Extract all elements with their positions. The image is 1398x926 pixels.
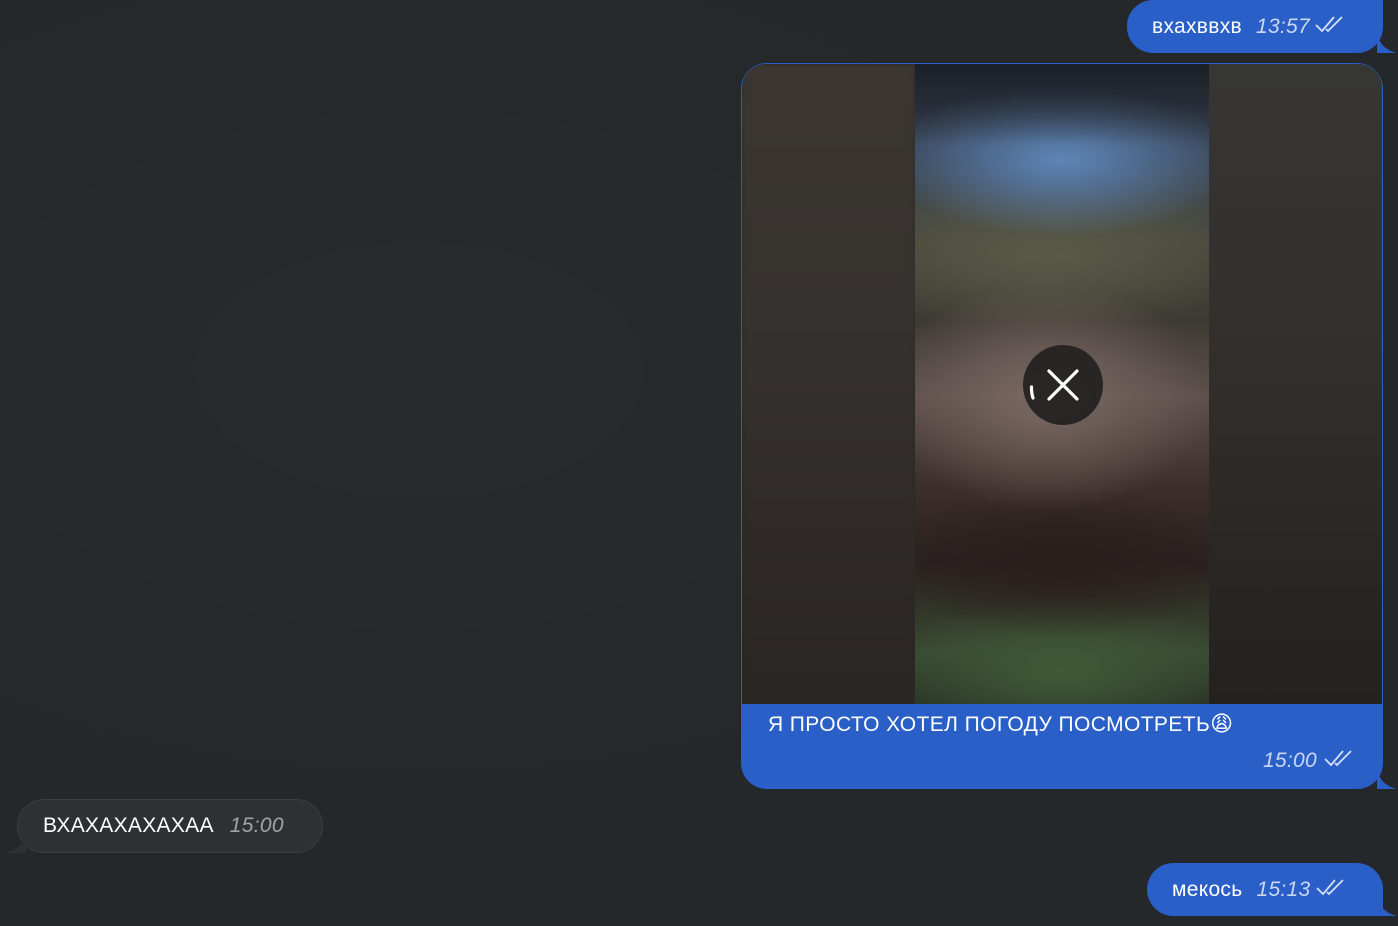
- message-bubble-incoming[interactable]: ВХАХАХАХАХАА 15:00: [6, 799, 323, 853]
- message-time: 13:57: [1256, 14, 1346, 40]
- media-message-bubble[interactable]: Я ПРОСТО ХОТЕЛ ПОГОДУ ПОСМОТРЕТЬ😩 15:00: [741, 63, 1397, 789]
- bubble-tail: [1377, 33, 1397, 53]
- message-time: 15:00: [1263, 748, 1355, 774]
- message-text: вхахввхв: [1152, 14, 1242, 38]
- media-caption: Я ПРОСТО ХОТЕЛ ПОГОДУ ПОСМОТРЕТЬ😩: [768, 711, 1234, 737]
- bubble-tail: [1377, 896, 1397, 916]
- weary-face-emoji: 😩: [1210, 711, 1234, 736]
- double-check-icon: [1315, 877, 1347, 903]
- double-check-icon: [1314, 14, 1346, 40]
- thumbnail-blur-left: [742, 64, 915, 704]
- thumbnail-blur-right: [1209, 64, 1382, 704]
- message-time: 15:13: [1256, 877, 1346, 903]
- bubble-tail: [6, 833, 26, 853]
- message-text: ВХАХАХАХАХАА: [43, 814, 214, 837]
- chat-history: вхахввхв 13:57 Я ПРОСТО ХОТЕЛ ПОГОДУ ПОС…: [0, 0, 1398, 926]
- message-text: мекось: [1172, 877, 1243, 901]
- message-time: 15:00: [229, 814, 284, 837]
- video-thumbnail[interactable]: [742, 64, 1382, 704]
- cancel-upload-button[interactable]: [1023, 345, 1103, 425]
- message-bubble-outgoing[interactable]: мекось 15:13: [1147, 863, 1397, 916]
- close-icon: [1029, 369, 1079, 401]
- message-bubble-outgoing[interactable]: вхахввхв 13:57: [1127, 0, 1397, 53]
- caption-text: Я ПРОСТО ХОТЕЛ ПОГОДУ ПОСМОТРЕТЬ: [768, 713, 1211, 736]
- double-check-icon: [1323, 748, 1355, 774]
- bubble-tail: [1377, 769, 1397, 789]
